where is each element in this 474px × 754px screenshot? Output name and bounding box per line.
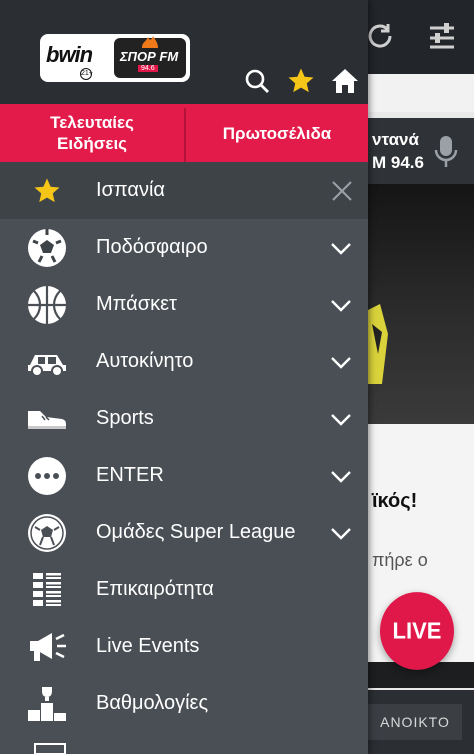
tab-latest-news[interactable]: Τελευταίες Ειδήσεις <box>0 104 184 162</box>
calendar-icon <box>34 743 66 754</box>
tab-front-pages[interactable]: Πρωτοσέλιδα <box>186 104 368 162</box>
car-icon <box>26 342 68 382</box>
station-badge: ΣΠΟΡ FM 94.6 <box>114 36 186 78</box>
sneaker-icon <box>26 399 68 439</box>
menu-item-live-events[interactable]: Live Events <box>0 618 368 675</box>
logo[interactable]: bwin 21+ ΣΠΟΡ FM 94.6 <box>40 34 190 82</box>
logo-brand: bwin <box>46 42 93 67</box>
basketball-icon <box>26 285 68 325</box>
navigation-drawer: bwin 21+ ΣΠΟΡ FM 94.6 Τελευταίες Ειδήσεις… <box>0 0 368 754</box>
chevron-down-icon[interactable] <box>330 294 352 316</box>
football-icon <box>26 228 68 268</box>
chevron-down-icon[interactable] <box>330 408 352 430</box>
station-frequency: 94.6 <box>138 65 158 72</box>
menu-item-label: ENTER <box>96 464 164 486</box>
microphone-icon <box>434 136 458 167</box>
station-name: ΣΠΟΡ FM <box>120 49 179 64</box>
age-badge: 21+ <box>80 68 93 80</box>
menu-item-current-affairs[interactable]: Επικαιρότητα <box>0 561 368 618</box>
podium-icon <box>26 684 68 724</box>
menu-item-standings[interactable]: Βαθμολογίες <box>0 675 368 732</box>
menu-item-label: Αυτοκίνητο <box>96 350 194 372</box>
open-button[interactable]: ΑΝΟΙΚΤΟ <box>368 704 462 740</box>
drawer-tabs: Τελευταίες Ειδήσεις Πρωτοσέλιδα <box>0 104 368 162</box>
menu-item-label: Sports <box>96 407 154 429</box>
radio-line-1: ντανά <box>372 130 419 149</box>
article-headline: ϊκός! <box>372 490 418 512</box>
search-icon[interactable] <box>242 66 272 96</box>
favorite-label: Ισπανία <box>96 179 165 201</box>
news-list-icon <box>26 570 68 610</box>
drawer-header: bwin 21+ ΣΠΟΡ FM 94.6 <box>0 0 368 104</box>
menu-item-super-league[interactable]: Ομάδες Super League <box>0 504 368 561</box>
menu-item-football[interactable]: Ποδόσφαιρο <box>0 219 368 276</box>
radio-line-2: M 94.6 <box>372 153 424 172</box>
menu-item-car[interactable]: Αυτοκίνητο <box>0 333 368 390</box>
flame-icon <box>142 36 158 48</box>
favorite-item-spain[interactable]: Ισπανία <box>0 162 368 219</box>
chevron-down-icon[interactable] <box>330 522 352 544</box>
menu-item-label: Live Events <box>96 635 200 657</box>
menu-item-basketball[interactable]: Μπάσκετ <box>0 276 368 333</box>
home-icon[interactable] <box>330 66 360 96</box>
menu-item-label: Ομάδες Super League <box>96 521 296 543</box>
team-ball-icon <box>26 513 68 553</box>
menu-item-label: Ποδόσφαιρο <box>96 236 208 258</box>
chevron-down-icon[interactable] <box>330 351 352 373</box>
star-icon[interactable] <box>286 66 316 96</box>
menu-item-sports[interactable]: Sports <box>0 390 368 447</box>
chevron-down-icon[interactable] <box>330 465 352 487</box>
menu-item-label: Μπάσκετ <box>96 293 177 315</box>
megaphone-icon <box>26 627 68 667</box>
menu-item-enter[interactable]: ENTER <box>0 447 368 504</box>
menu-item-label: Επικαιρότητα <box>96 578 214 600</box>
star-icon <box>26 171 68 211</box>
live-button[interactable]: LIVE <box>380 592 454 670</box>
menu-item-partial[interactable] <box>0 732 368 754</box>
filter-sliders-icon[interactable] <box>424 18 460 54</box>
more-dots-icon <box>26 456 68 496</box>
menu-item-label: Βαθμολογίες <box>96 692 209 714</box>
close-icon[interactable] <box>331 180 353 202</box>
chevron-down-icon[interactable] <box>330 237 352 259</box>
article-subtext: πήρε ο <box>372 550 428 570</box>
